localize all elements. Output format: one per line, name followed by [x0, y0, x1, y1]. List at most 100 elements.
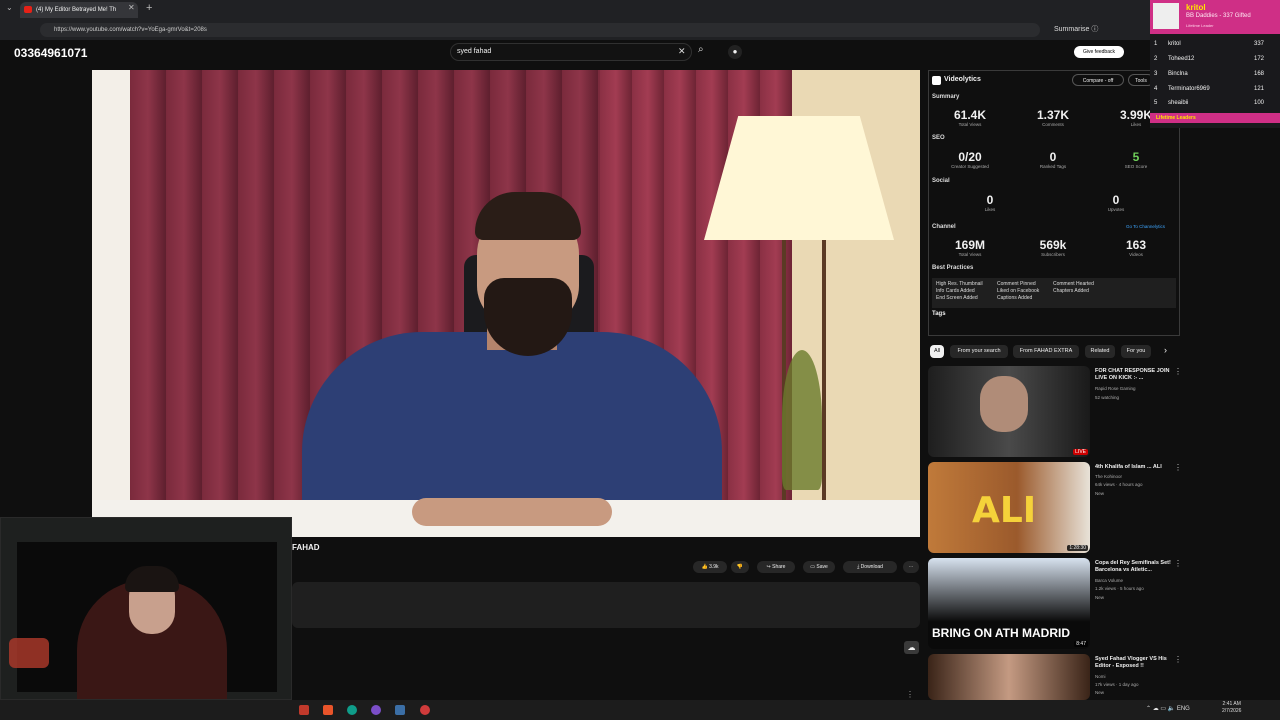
duration-badge: 1:28:30	[1067, 545, 1088, 551]
search-icon[interactable]: ⌕	[698, 44, 704, 55]
stat-total-views: 61.4K Total Views	[953, 108, 987, 127]
rec-title[interactable]: FOR CHAT RESPONSE JOIN LIVE ON KICK :- .…	[1095, 368, 1171, 382]
tab-menu-icon[interactable]: ⌄	[6, 3, 13, 12]
video-title: FAHAD	[292, 543, 320, 552]
like-button[interactable]: 👍 3.9k	[693, 561, 727, 573]
stat-seo-score: 5 SEO Score	[1124, 150, 1148, 169]
rec-thumbnail[interactable]: ALI 1:28:30	[928, 462, 1090, 553]
bp-item: Chapters Added	[1053, 288, 1089, 294]
chrome-icon[interactable]	[420, 705, 430, 715]
chevron-right-icon[interactable]: ›	[1164, 345, 1167, 355]
summarise-button[interactable]: Summarise ⓘ	[1054, 24, 1098, 34]
videolytics-title: Videolytics	[944, 76, 981, 83]
leaderboard-row: 4 Terminator6969 121	[1154, 86, 1264, 92]
save-label: Save	[816, 564, 828, 570]
new-badge: New	[1095, 595, 1105, 600]
browser-icon[interactable]	[323, 705, 333, 715]
stat-social-likes: 0 Likes	[984, 193, 996, 212]
chip-related[interactable]: Related	[1085, 345, 1115, 358]
duration-badge: 8:47	[1074, 641, 1088, 647]
share-button[interactable]: ↪ Share	[757, 561, 795, 573]
more-icon[interactable]: ⋮	[906, 690, 914, 699]
live-badge: LIVE	[1073, 449, 1088, 455]
new-tab-button[interactable]: +	[146, 2, 152, 14]
dislike-button[interactable]: 👎	[731, 561, 749, 573]
social-label: Social	[932, 178, 950, 184]
seo-label: SEO	[932, 135, 945, 141]
rec-channel[interactable]: Nomi	[1095, 674, 1106, 679]
tab-bar	[0, 0, 1280, 20]
rec-thumbnail[interactable]: BRING ON ATH MADRID 8:47	[928, 558, 1090, 649]
webcam-overlay	[0, 517, 292, 700]
download-label: Download	[860, 564, 883, 570]
best-practices-label: Best Practices	[932, 265, 974, 271]
chip-from-channel[interactable]: From FAHAD EXTRA	[1013, 345, 1079, 358]
bp-item: Info Cards Added	[936, 288, 975, 294]
search-input[interactable]: syed fahad	[450, 43, 692, 61]
stat-ranked-tags: 0 Ranked Tags	[1039, 150, 1067, 169]
download-button[interactable]: ⤓ Download	[843, 561, 897, 573]
bp-item: High Res. Thumbnail	[936, 281, 983, 287]
edge-icon[interactable]	[347, 705, 357, 715]
url-field[interactable]: https://www.youtube.com/watch?v=YoEga-gm…	[40, 23, 1040, 37]
description-box[interactable]	[292, 582, 920, 628]
chip-for-you[interactable]: For you	[1121, 345, 1151, 358]
chip-from-search[interactable]: From your search	[950, 345, 1008, 358]
leaderboard-row: 2 Toheed12 172	[1154, 56, 1264, 62]
stat-comments: 1.37K Comments	[1036, 108, 1070, 127]
rec-meta: 17k views · 1 day ago	[1095, 682, 1139, 687]
rec-menu-icon[interactable]: ⋮	[1174, 367, 1182, 376]
rec-menu-icon[interactable]: ⋮	[1174, 463, 1182, 472]
rec-channel[interactable]: The Kohinoor	[1095, 474, 1122, 479]
rec-menu-icon[interactable]: ⋮	[1174, 559, 1182, 568]
channel-label: Channel	[932, 224, 956, 230]
summarise-label: Summarise	[1054, 26, 1090, 33]
youtube-icon	[24, 6, 32, 13]
cloud-icon[interactable]: ☁	[904, 641, 919, 654]
rec-title[interactable]: 4th Khalifa of Islam ... ALI	[1095, 464, 1171, 471]
leader-avatar	[1153, 3, 1179, 29]
rec-channel[interactable]: Barca Volume	[1095, 578, 1123, 583]
chip-all[interactable]: All	[930, 345, 944, 358]
presenter-hair	[475, 192, 581, 240]
leaderboard-row: 1 kritol 337	[1154, 41, 1264, 47]
rec-title[interactable]: Copa del Rey Semifinals Set! Barcelona v…	[1095, 560, 1171, 574]
leaderboard-row: 5 sheaibii 100	[1154, 100, 1264, 106]
more-actions-button[interactable]: ⋯	[903, 561, 919, 573]
rec-channel[interactable]: Rapid Rose Gaming	[1095, 386, 1136, 391]
videolytics-logo-icon	[932, 76, 941, 85]
clock[interactable]: 2:41 AM 2/7/2026	[1222, 701, 1241, 715]
save-button[interactable]: ▭ Save	[803, 561, 835, 573]
clear-search-icon[interactable]: ✕	[678, 46, 686, 57]
plant	[782, 350, 822, 490]
mic-icon[interactable]: ●	[728, 45, 742, 59]
browser-tab[interactable]: (4) My Editor Betrayed Me! Th	[20, 2, 138, 18]
stat-subscribers: 569k Subscribers	[1039, 238, 1067, 257]
rec-meta: 1.2k views · 5 hours ago	[1095, 586, 1144, 591]
bp-item: Comment Hearted	[1053, 281, 1094, 287]
bp-item: Liked on Facebook	[997, 288, 1040, 294]
video-player[interactable]	[92, 70, 920, 537]
app-icon[interactable]	[299, 705, 309, 715]
webcam-mic	[9, 638, 49, 668]
language-indicator[interactable]: ENG	[1177, 706, 1190, 712]
rec-title[interactable]: Syed Fahad Vlogger VS His Editor - Expos…	[1095, 656, 1171, 670]
app-icon[interactable]	[371, 705, 381, 715]
rec-thumbnail[interactable]: LIVE	[928, 366, 1090, 457]
close-tab-icon[interactable]: ✕	[128, 3, 135, 12]
rec-thumbnail[interactable]	[928, 654, 1090, 700]
tab-title: (4) My Editor Betrayed Me! Th	[36, 7, 117, 13]
summary-label: Summary	[932, 94, 960, 100]
stat-videos: 163 Videos	[1125, 238, 1147, 257]
rec-menu-icon[interactable]: ⋮	[1174, 655, 1182, 664]
give-feedback-button[interactable]: Give feedback	[1074, 46, 1124, 58]
app-icon[interactable]	[395, 705, 405, 715]
share-label: Share	[772, 564, 786, 570]
new-badge: New	[1095, 690, 1105, 695]
compare-toggle[interactable]: Compare - off	[1072, 74, 1124, 86]
presenter-hands	[412, 498, 612, 526]
system-tray[interactable]: ⌃ ☁ ▭ 🔈 ENG	[1146, 705, 1190, 712]
stat-upvotes: 0 Upvotes	[1107, 193, 1125, 212]
rec-meta: 64k views · 4 hours ago	[1095, 482, 1143, 487]
channelytics-link[interactable]: Go To Channelytics	[1126, 224, 1165, 229]
